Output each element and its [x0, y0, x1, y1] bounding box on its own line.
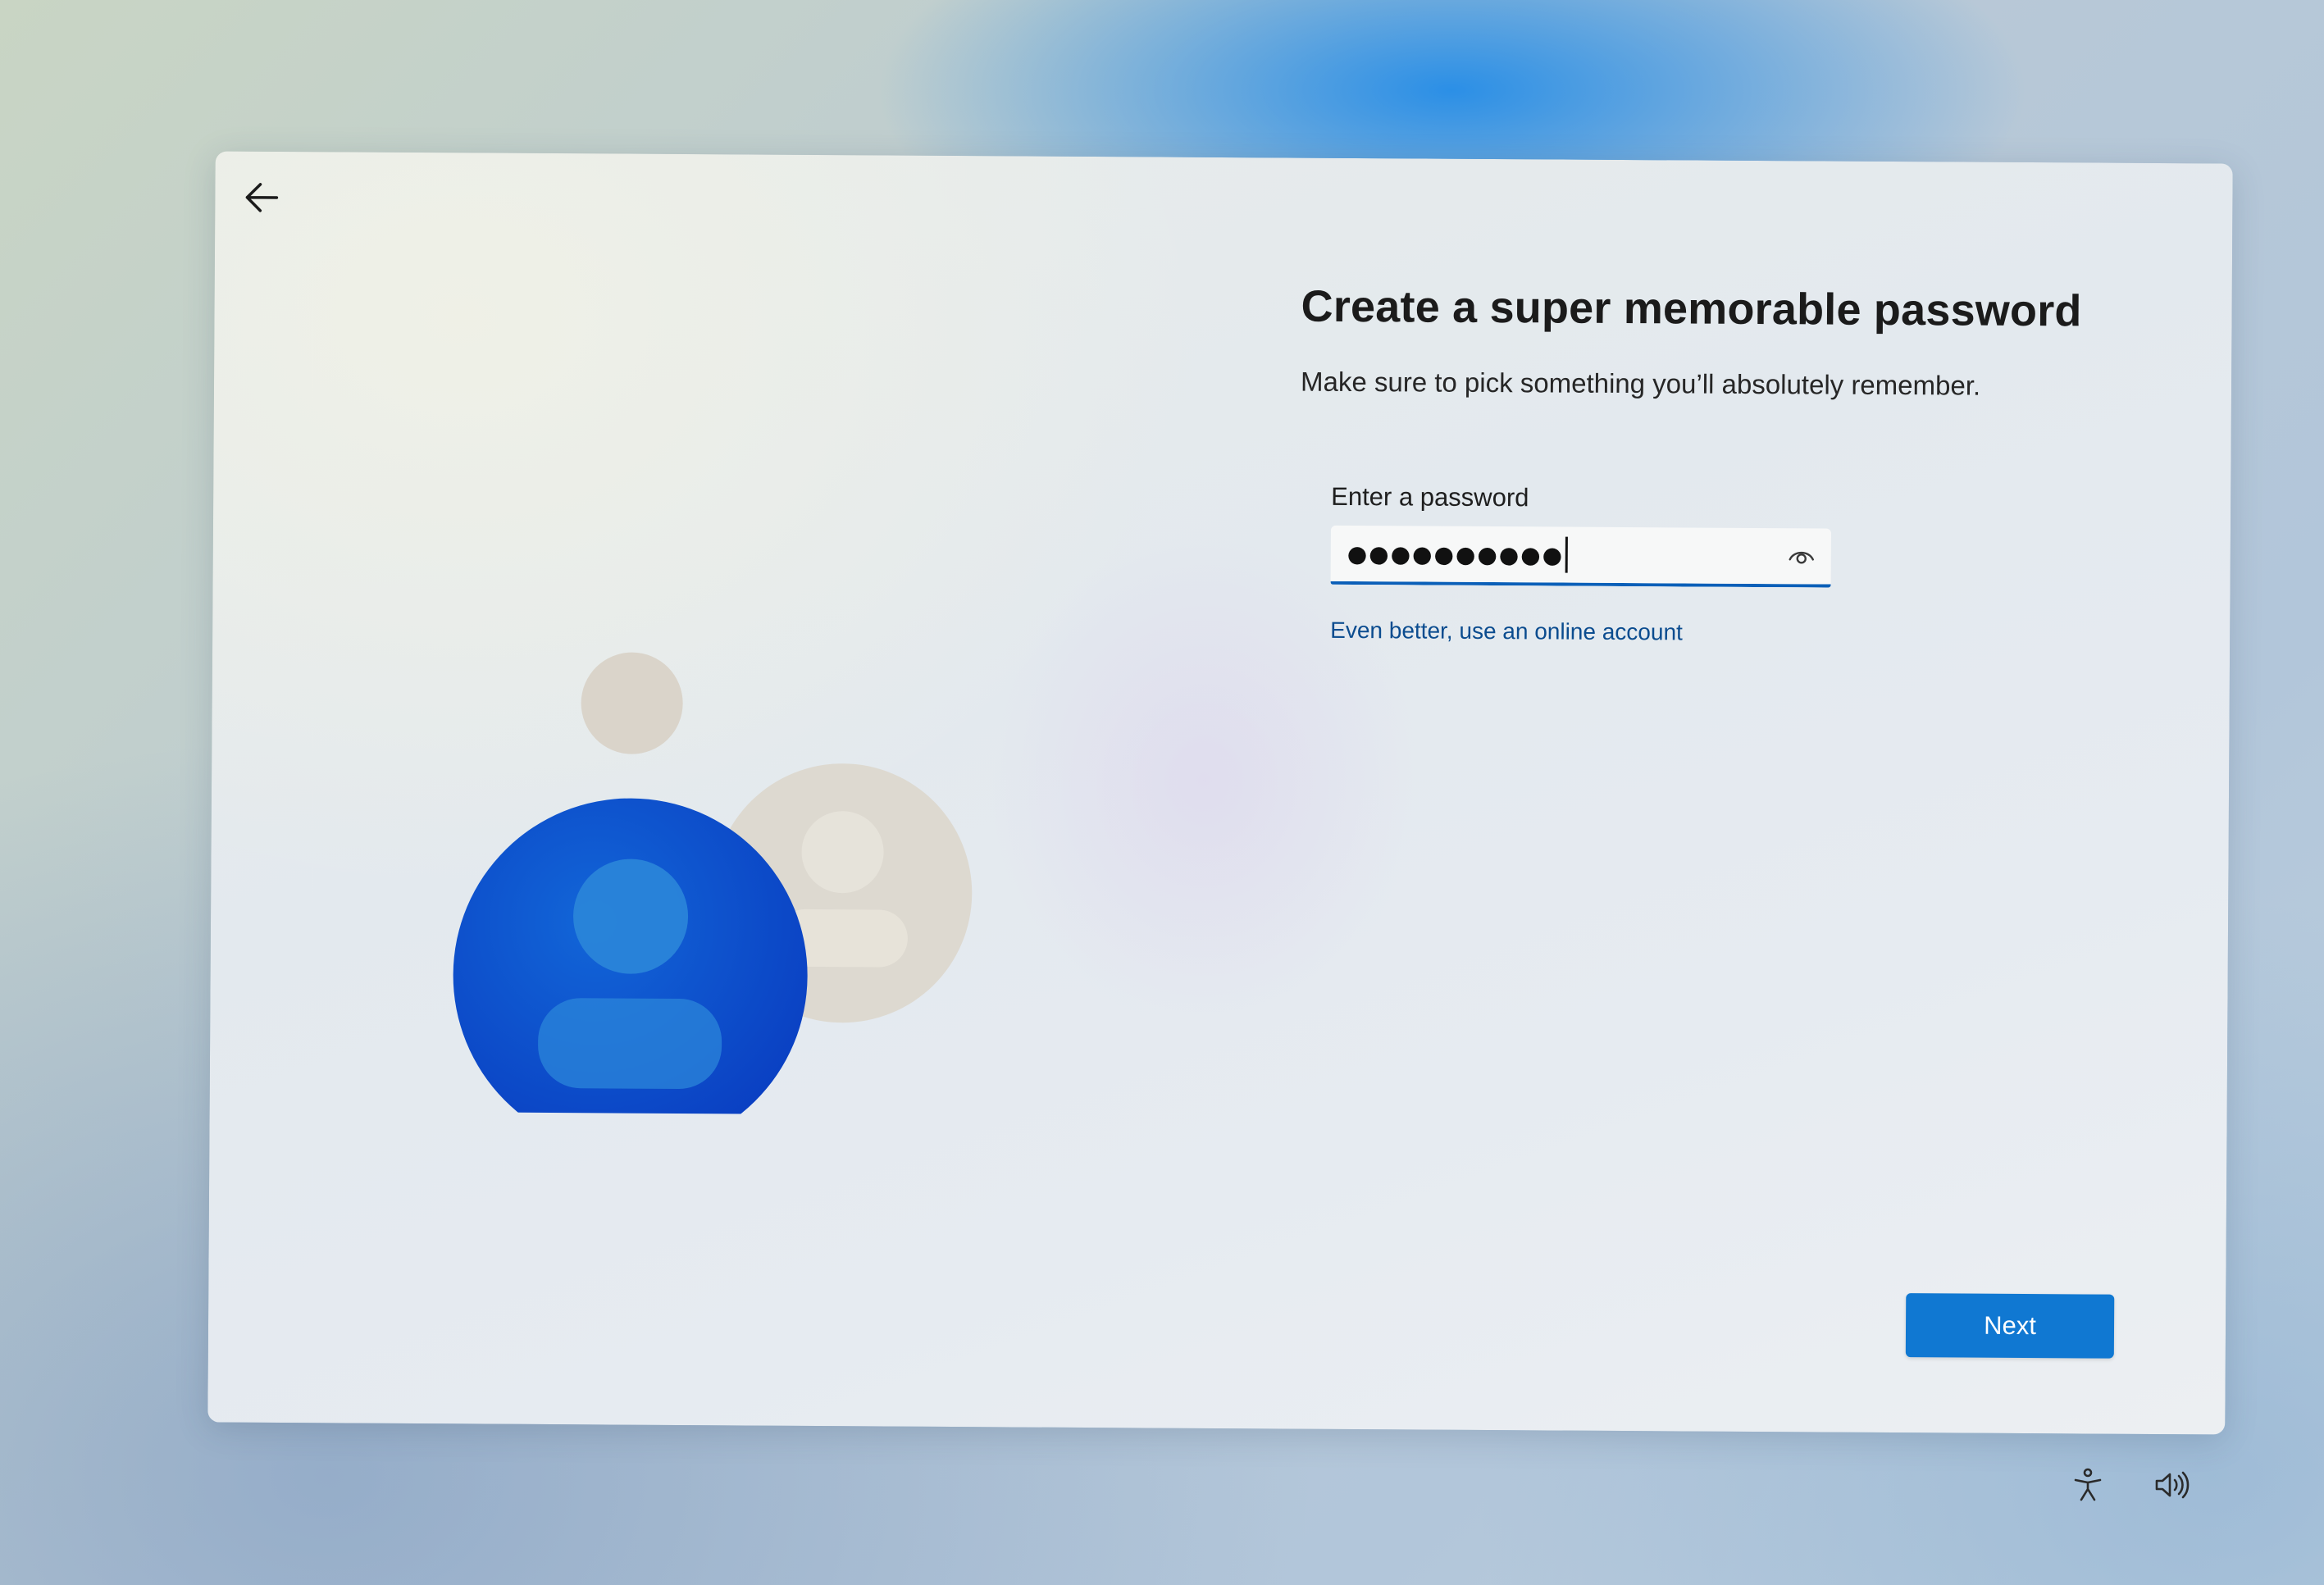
page-subtitle: Make sure to pick something you’ll absol…: [1300, 366, 1981, 401]
volume-icon: [2155, 1471, 2190, 1499]
page-title: Create a super memorable password: [1301, 281, 2082, 336]
back-arrow-icon: [245, 183, 279, 212]
online-account-link[interactable]: Even better, use an online account: [1330, 617, 1683, 646]
password-input[interactable]: ●●●●●●●●●●: [1330, 525, 1831, 588]
user-account-illustration: [415, 538, 992, 1153]
volume-button[interactable]: [2150, 1464, 2193, 1506]
accessibility-button[interactable]: [2067, 1464, 2109, 1506]
password-field-label: Enter a password: [1331, 481, 1529, 512]
eye-icon: [1789, 551, 1814, 564]
back-button[interactable]: [235, 171, 287, 224]
oobe-window: Create a super memorable password Make s…: [207, 151, 2233, 1435]
content-panel: Create a super memorable password Make s…: [1300, 281, 2162, 645]
next-button[interactable]: Next: [1905, 1293, 2115, 1359]
accessibility-icon: [2074, 1468, 2102, 1501]
user-account-icon: [453, 652, 973, 1153]
password-value: ●●●●●●●●●●: [1347, 540, 1565, 569]
reveal-password-button[interactable]: [1784, 540, 1820, 572]
text-caret: [1565, 536, 1569, 573]
system-tray: [2067, 1464, 2193, 1506]
desktop-background: Create a super memorable password Make s…: [0, 0, 2324, 1585]
